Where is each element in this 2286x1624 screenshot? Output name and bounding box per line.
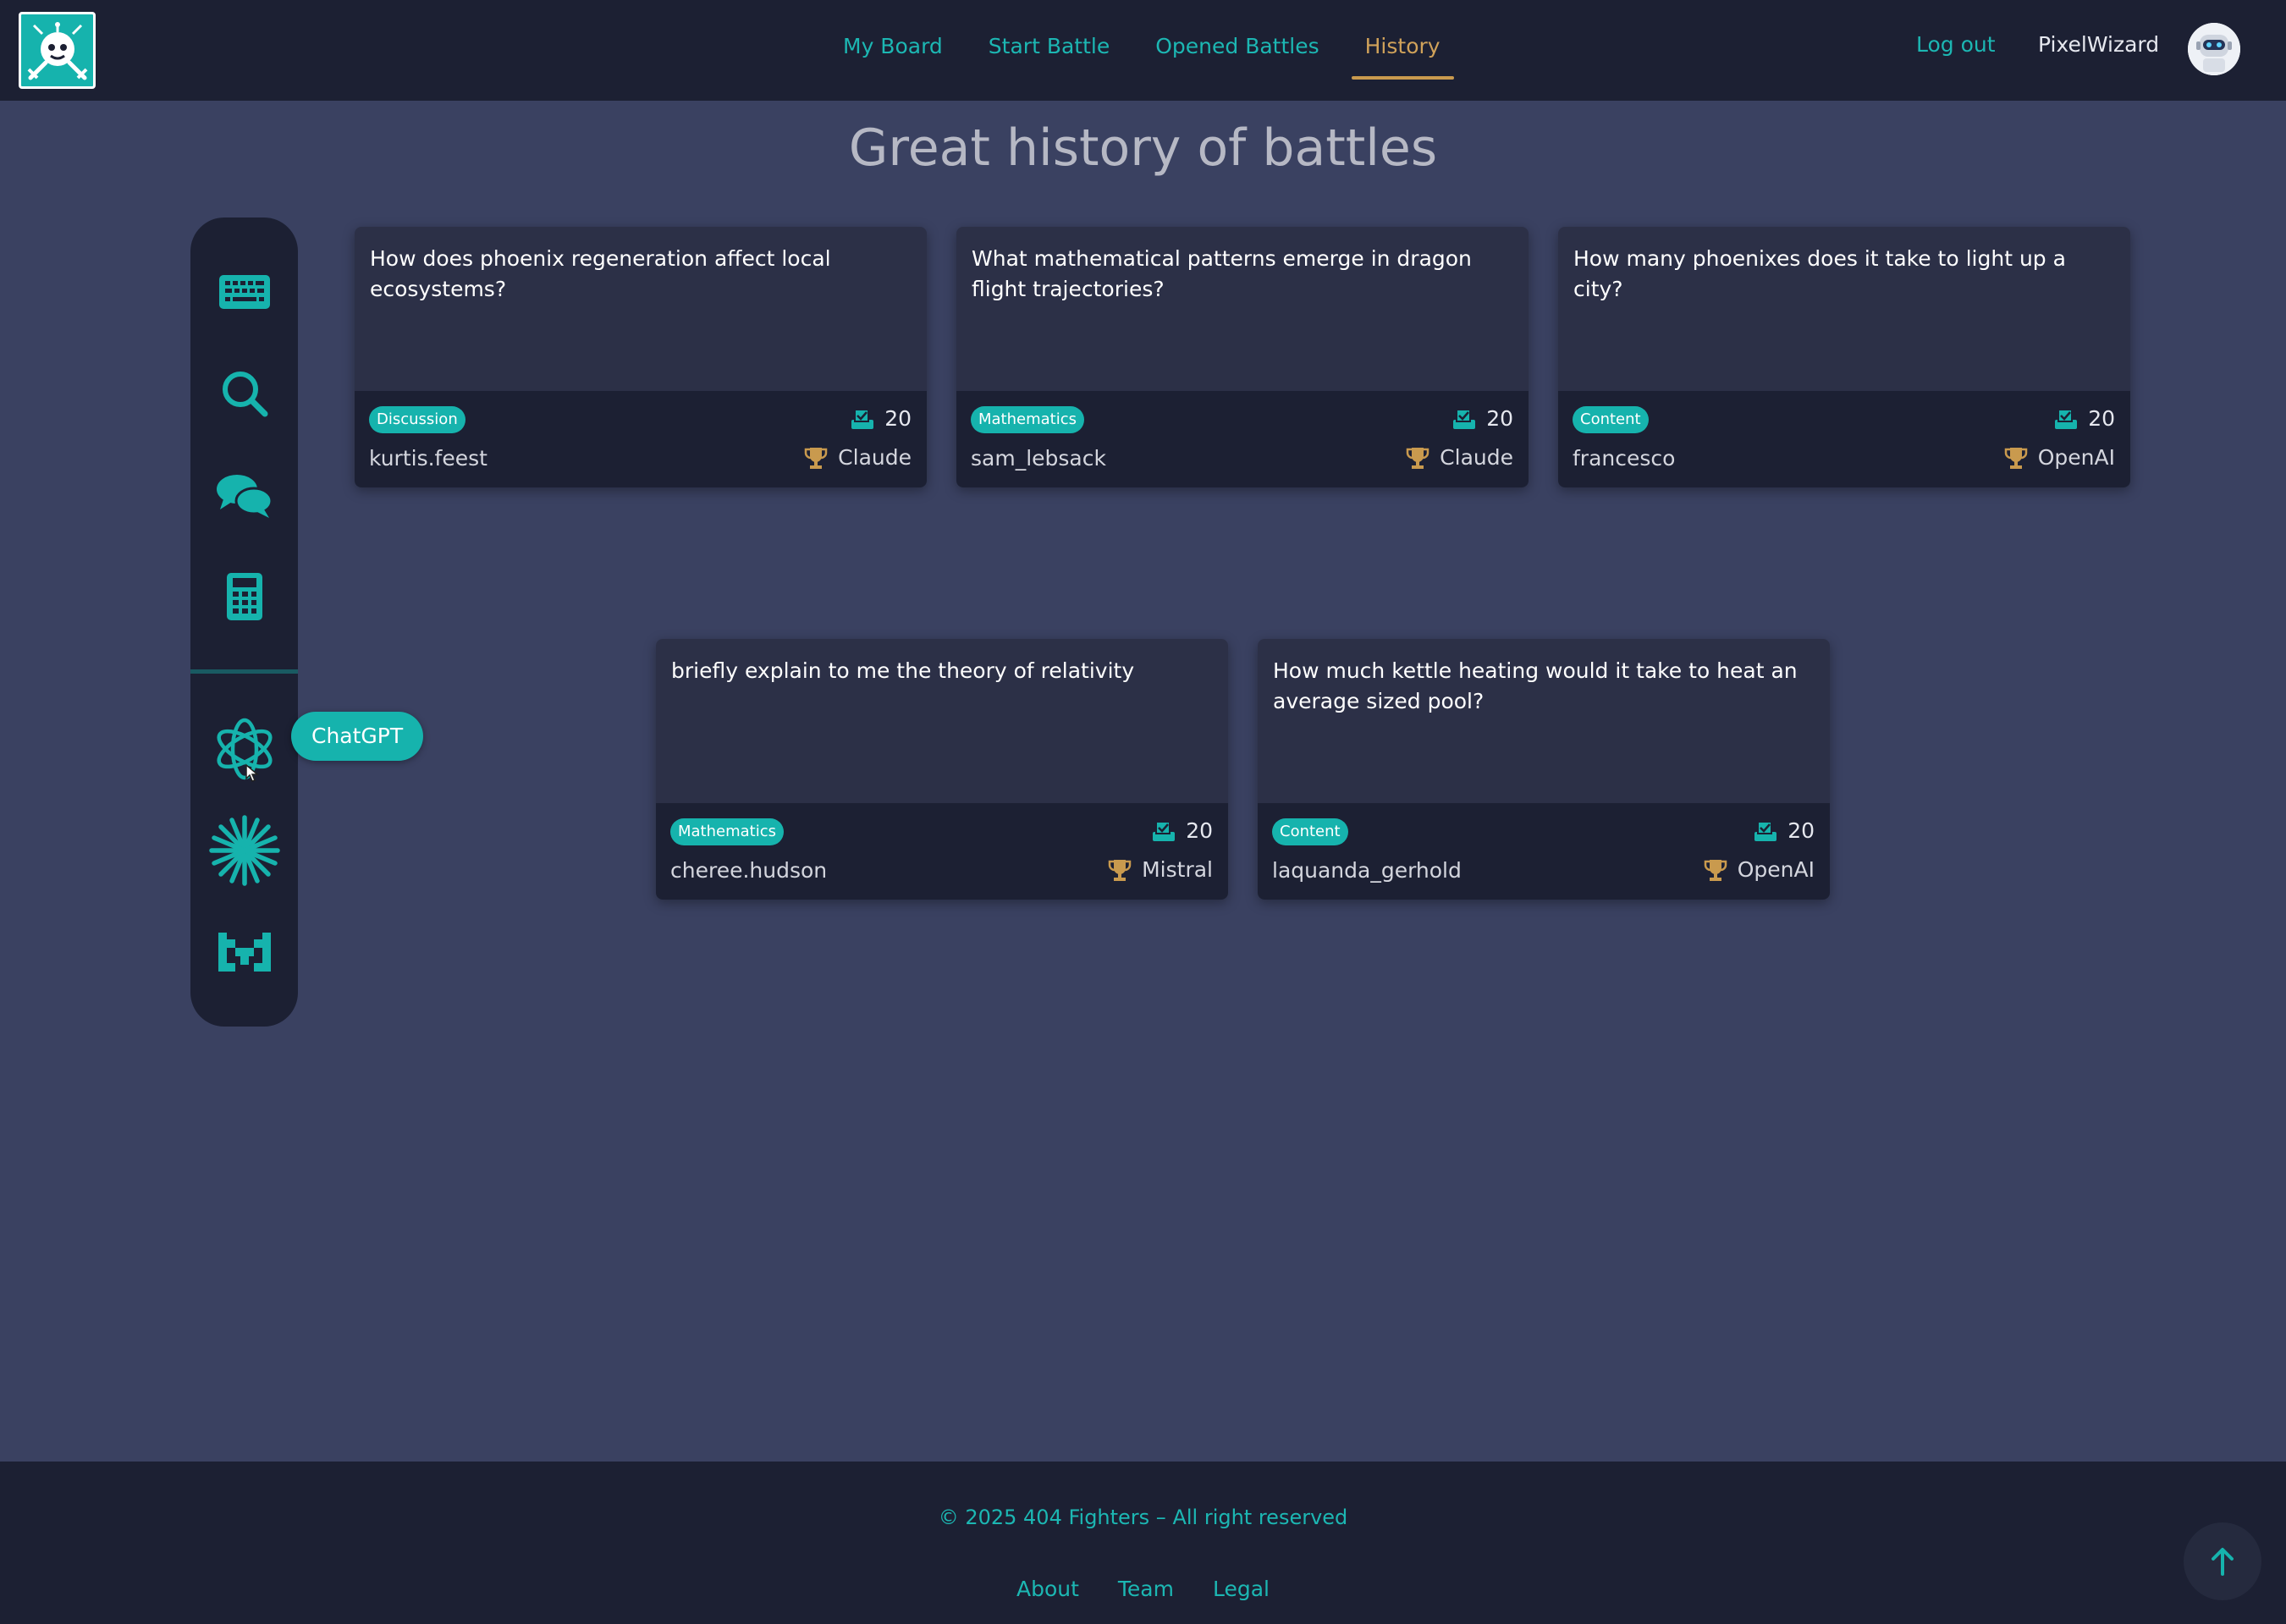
ballot-icon (2055, 408, 2078, 429)
category-badge: Content (1573, 406, 1649, 433)
winner: Mistral (1108, 857, 1213, 882)
battle-question: What mathematical patterns emerge in dra… (972, 246, 1472, 301)
trophy-icon (804, 447, 828, 469)
winner-name: Mistral (1142, 857, 1213, 882)
votes: 20 (851, 406, 912, 431)
votes-count: 20 (2088, 406, 2115, 431)
battle-question: How does phoenix regeneration affect loc… (370, 246, 831, 301)
top-navbar: My Board Start Battle Opened Battles His… (0, 0, 2286, 101)
nav-history[interactable]: History (1351, 0, 1454, 93)
claude-icon[interactable] (190, 812, 298, 889)
battle-card[interactable]: How does phoenix regeneration affect loc… (355, 227, 927, 487)
votes: 20 (1152, 818, 1213, 843)
winner-name: Claude (1440, 445, 1513, 470)
trophy-icon (1108, 859, 1132, 881)
battle-author: francesco (1573, 446, 1676, 471)
sidebar (190, 217, 298, 1027)
votes-count: 20 (1186, 818, 1213, 843)
footer-link-about[interactable]: About (1016, 1577, 1079, 1601)
votes: 20 (1452, 406, 1513, 431)
calculator-icon[interactable] (190, 559, 298, 635)
mistral-icon[interactable] (190, 914, 298, 990)
trophy-icon (1704, 859, 1727, 881)
winner-name: Claude (838, 445, 912, 470)
winner: OpenAI (2004, 445, 2115, 470)
arrow-up-icon (2212, 1548, 2234, 1576)
battle-card[interactable]: briefly explain to me the theory of rela… (656, 639, 1228, 900)
footer-links: About Team Legal (0, 1577, 2286, 1601)
trophy-icon (2004, 447, 2027, 469)
chat-icon[interactable] (190, 457, 298, 533)
winner: Claude (1406, 445, 1513, 470)
logo-icon[interactable] (19, 12, 96, 89)
keyboard-icon[interactable] (190, 254, 298, 330)
footer-link-team[interactable]: Team (1118, 1577, 1174, 1601)
scroll-to-top-button[interactable] (2184, 1522, 2261, 1600)
ballot-icon (1754, 820, 1777, 841)
votes-count: 20 (1787, 818, 1815, 843)
category-badge: Mathematics (971, 406, 1084, 433)
nav-start-battle[interactable]: Start Battle (975, 0, 1123, 93)
avatar[interactable] (2188, 23, 2240, 75)
battle-card[interactable]: What mathematical patterns emerge in dra… (956, 227, 1529, 487)
chatgpt-icon[interactable] (190, 711, 298, 787)
model-tooltip: ChatGPT (291, 712, 424, 761)
category-badge: Content (1272, 818, 1348, 845)
battle-card[interactable]: How many phoenixes does it take to light… (1558, 227, 2130, 487)
nav-opened-battles[interactable]: Opened Battles (1142, 0, 1332, 93)
votes-count: 20 (1486, 406, 1513, 431)
votes: 20 (1754, 818, 1815, 843)
trophy-icon (1406, 447, 1429, 469)
battle-card[interactable]: How much kettle heating would it take to… (1258, 639, 1830, 900)
ballot-icon (1153, 820, 1176, 841)
battle-author: kurtis.feest (369, 446, 487, 471)
search-icon[interactable] (190, 355, 298, 432)
battle-author: laquanda_gerhold (1272, 858, 1462, 883)
category-badge: Discussion (369, 406, 465, 433)
ballot-icon (851, 408, 874, 429)
ballot-icon (1453, 408, 1476, 429)
page-title: Great history of battles (848, 118, 1438, 178)
winner-name: OpenAI (2037, 445, 2115, 470)
battle-author: sam_lebsack (971, 446, 1106, 471)
votes: 20 (2054, 406, 2115, 431)
winner: Claude (804, 445, 912, 470)
battle-author: cheree.hudson (670, 858, 828, 883)
footer-link-legal[interactable]: Legal (1213, 1577, 1270, 1601)
votes-count: 20 (884, 406, 912, 431)
main-nav: My Board Start Battle Opened Battles His… (829, 0, 1473, 93)
category-badge: Mathematics (670, 818, 784, 845)
username: PixelWizard (2038, 32, 2160, 57)
battle-question: How much kettle heating would it take to… (1273, 658, 1798, 713)
battle-question: How many phoenixes does it take to light… (1573, 246, 2066, 301)
winner-name: OpenAI (1737, 857, 1815, 882)
copyright: © 2025 404 Fighters – All right reserved (938, 1506, 1348, 1529)
nav-my-board[interactable]: My Board (829, 0, 956, 93)
winner: OpenAI (1704, 857, 1815, 882)
logout-link[interactable]: Log out (1916, 32, 1996, 57)
battle-question: briefly explain to me the theory of rela… (671, 658, 1135, 683)
footer: © 2025 404 Fighters – All right reserved… (0, 1462, 2286, 1624)
sidebar-divider (190, 669, 298, 674)
